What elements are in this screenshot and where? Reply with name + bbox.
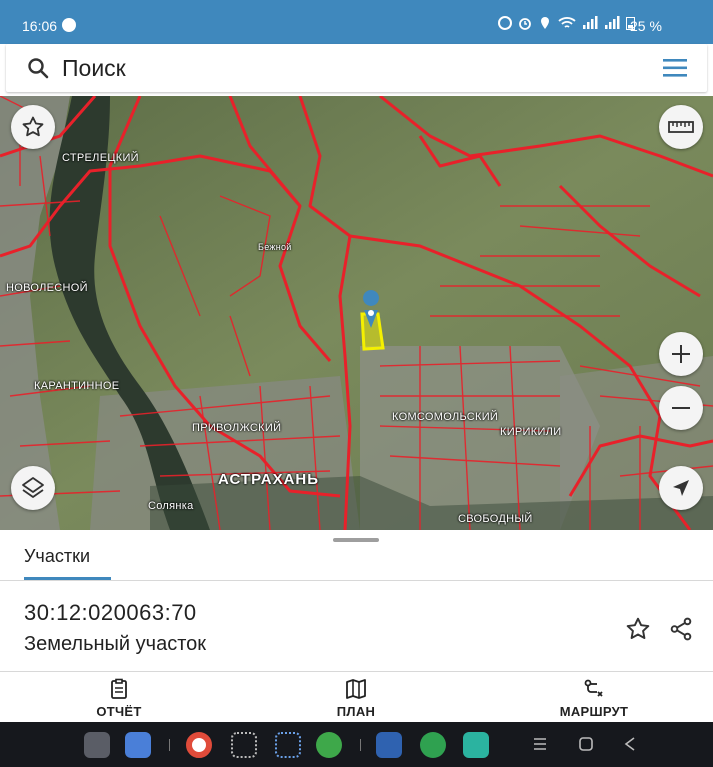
plus-icon <box>672 345 690 363</box>
plan-button[interactable]: ПЛАН <box>286 678 426 719</box>
report-button[interactable]: ОТЧЁТ <box>49 678 189 719</box>
map-label-kirikili: КИРИКИЛИ <box>500 426 562 438</box>
map-label-streletskiy: СТРЕЛЕЦКИЙ <box>62 152 139 164</box>
fitness-app-icon[interactable] <box>376 732 402 758</box>
chrome-app-icon[interactable] <box>186 732 212 758</box>
app-drawer-icon[interactable] <box>84 732 110 758</box>
star-icon <box>22 116 44 137</box>
menu-icon[interactable] <box>662 58 688 78</box>
dock-separator <box>360 739 361 751</box>
search-bar[interactable]: Поиск <box>6 44 707 92</box>
tab-divider <box>0 580 713 581</box>
apps-folder-icon[interactable] <box>275 732 301 758</box>
whatsapp-business-icon[interactable] <box>420 732 446 758</box>
status-bar: 16:06 25 % <box>0 0 713 44</box>
alarm-icon <box>519 18 531 30</box>
zoom-out-button[interactable] <box>659 386 703 430</box>
navigation-arrow-icon <box>673 480 689 496</box>
clipboard-icon <box>111 678 127 699</box>
recents-nav-icon[interactable] <box>532 736 548 752</box>
parcel-type: Земельный участок <box>24 633 207 655</box>
maps-app-icon[interactable] <box>316 732 342 758</box>
status-time: 16:06 <box>22 18 58 34</box>
map-label-komsomolskiy: КОМСОМОЛЬСКИЙ <box>392 411 499 423</box>
whatsapp-notification-icon <box>62 18 76 32</box>
list-divider <box>0 671 713 672</box>
sheet-drag-handle[interactable] <box>333 538 379 542</box>
files-app-icon[interactable] <box>125 732 151 758</box>
map-label-karantinnoe: КАРАНТИННОЕ <box>34 380 120 392</box>
layers-button[interactable] <box>11 466 55 510</box>
signal-2-icon <box>605 16 620 29</box>
route-label: МАРШРУТ <box>559 704 629 719</box>
system-icons <box>498 16 635 30</box>
signal-icon <box>583 16 598 29</box>
notes-app-icon[interactable] <box>463 732 489 758</box>
search-input[interactable]: Поиск <box>62 55 126 82</box>
map-label-svobodnyy: СВОБОДНЫЙ <box>458 513 533 525</box>
map-view[interactable]: СТРЕЛЕЦКИЙ НОВОЛЕСНОЙ КАРАНТИННОЕ ПРИВОЛ… <box>0 96 713 530</box>
data-saver-icon <box>498 16 512 30</box>
star-icon[interactable] <box>625 616 651 642</box>
battery-percent: 25 % <box>630 18 662 34</box>
my-location-button[interactable] <box>659 466 703 510</box>
map-label-solyanka: Солянка <box>148 500 194 512</box>
minus-icon <box>672 407 690 409</box>
ruler-button[interactable] <box>659 105 703 149</box>
map-icon <box>346 679 366 699</box>
map-label-bezhnoy: Бежной <box>258 242 292 252</box>
share-icon[interactable] <box>668 616 694 642</box>
location-icon <box>541 17 549 29</box>
report-label: ОТЧЁТ <box>96 704 142 719</box>
route-button[interactable]: МАРШРУТ <box>524 678 664 719</box>
wifi-icon <box>558 17 576 28</box>
map-label-novolesnoy: НОВОЛЕСНОЙ <box>6 282 88 294</box>
dock-separator <box>169 739 170 751</box>
parcel-cadastral-number[interactable]: 30:12:020063:70 <box>24 600 197 626</box>
map-label-privolzhskiy: ПРИВОЛЖСКИЙ <box>192 422 282 434</box>
plan-label: ПЛАН <box>336 704 376 719</box>
map-label-astrakhan: АСТРАХАНЬ <box>218 471 320 488</box>
route-icon <box>584 679 603 697</box>
ruler-icon <box>668 121 694 133</box>
tab-parcels[interactable]: Участки <box>24 546 90 567</box>
layers-icon <box>22 477 44 498</box>
back-nav-icon[interactable] <box>622 736 638 752</box>
search-icon[interactable] <box>26 56 50 80</box>
system-dock <box>0 722 713 767</box>
home-nav-icon[interactable] <box>578 736 594 752</box>
apps-grid-icon[interactable] <box>231 732 257 758</box>
zoom-in-button[interactable] <box>659 332 703 376</box>
favorite-map-button[interactable] <box>11 105 55 149</box>
